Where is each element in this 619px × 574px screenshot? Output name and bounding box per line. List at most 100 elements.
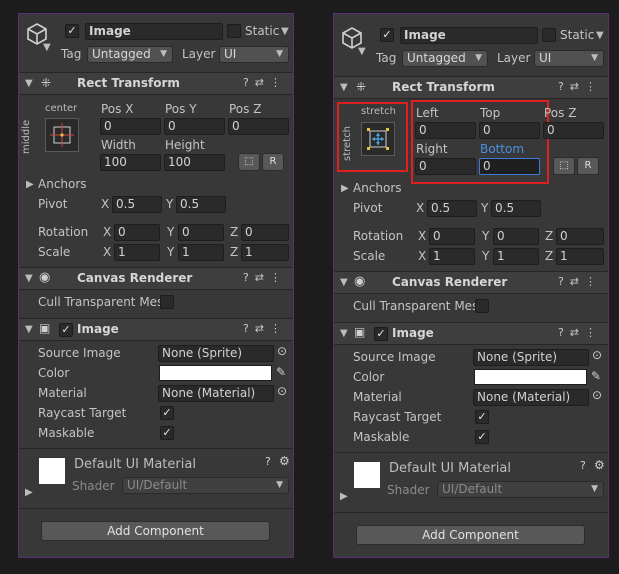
- image-enabled-checkbox[interactable]: ✓: [374, 327, 388, 341]
- image-component-header[interactable]: ▼ ▣ ✓ Image ?⇄⋮: [334, 322, 608, 345]
- maskable-checkbox[interactable]: ✓: [160, 426, 174, 440]
- layer-dropdown[interactable]: UI ▼: [219, 46, 289, 63]
- material-field[interactable]: None (Material): [158, 385, 274, 402]
- raycast-checkbox[interactable]: ✓: [475, 410, 489, 424]
- rotation-z-field[interactable]: 0: [241, 224, 289, 241]
- cube-dropdown-arrow-icon[interactable]: ▼: [43, 42, 51, 53]
- active-toggle-checkbox[interactable]: ✓: [380, 28, 394, 42]
- top-field[interactable]: 0: [479, 122, 540, 139]
- raw-edit-button[interactable]: R: [262, 153, 284, 171]
- static-label: Static: [245, 24, 280, 38]
- scale-z-field[interactable]: 1: [556, 248, 604, 265]
- color-swatch[interactable]: [159, 365, 272, 381]
- pivot-y-field[interactable]: 0.5: [176, 196, 226, 213]
- cull-checkbox[interactable]: [475, 299, 489, 313]
- eyedropper-icon[interactable]: ✎: [591, 369, 601, 383]
- gear-icon[interactable]: ⚙: [279, 454, 290, 468]
- left-field[interactable]: 0: [415, 122, 476, 139]
- add-component-button[interactable]: Add Component: [41, 521, 270, 541]
- pos-z-field[interactable]: 0: [228, 118, 289, 135]
- scale-y-field[interactable]: 1: [178, 244, 224, 261]
- material-expand-arrow-icon[interactable]: ▶: [25, 487, 33, 498]
- shader-dropdown[interactable]: UI/Default ▼: [437, 481, 604, 498]
- static-dropdown-arrow-icon[interactable]: ▼: [596, 30, 604, 41]
- anchors-expand-arrow-icon[interactable]: ▶: [341, 183, 349, 194]
- source-image-field[interactable]: None (Sprite): [473, 349, 589, 366]
- material-expand-arrow-icon[interactable]: ▶: [340, 491, 348, 502]
- source-image-field[interactable]: None (Sprite): [158, 345, 274, 362]
- pos-z-field[interactable]: 0: [543, 122, 604, 139]
- material-field[interactable]: None (Material): [473, 389, 589, 406]
- object-name-field[interactable]: Image: [85, 23, 223, 40]
- maskable-checkbox[interactable]: ✓: [475, 430, 489, 444]
- gear-icon[interactable]: ⚙: [594, 458, 605, 472]
- eyedropper-icon[interactable]: ✎: [276, 365, 286, 379]
- component-header-icons[interactable]: ?⇄⋮: [558, 80, 602, 93]
- tag-dropdown[interactable]: Untagged ▼: [402, 50, 488, 67]
- anchor-preset-button[interactable]: [361, 122, 395, 156]
- scale-y-field[interactable]: 1: [493, 248, 539, 265]
- component-header-icons[interactable]: ?⇄⋮: [558, 326, 602, 339]
- collapse-arrow-icon[interactable]: ▼: [25, 78, 33, 89]
- width-field[interactable]: 100: [100, 154, 161, 171]
- image-component-header[interactable]: ▼ ▣ ✓ Image ?⇄⋮: [19, 318, 293, 341]
- component-header-icons[interactable]: ?⇄⋮: [243, 271, 287, 284]
- help-icon[interactable]: ?: [265, 455, 271, 468]
- image-enabled-checkbox[interactable]: ✓: [59, 323, 73, 337]
- blueprint-mode-button[interactable]: ⬚: [553, 157, 575, 175]
- anchors-label[interactable]: Anchors: [353, 181, 402, 195]
- object-picker-icon[interactable]: ⊙: [592, 348, 602, 362]
- blueprint-mode-button[interactable]: ⬚: [238, 153, 260, 171]
- pivot-x-field[interactable]: 0.5: [427, 200, 477, 217]
- collapse-arrow-icon[interactable]: ▼: [340, 277, 348, 288]
- object-picker-icon[interactable]: ⊙: [277, 384, 287, 398]
- canvas-renderer-header[interactable]: ▼ ◉ Canvas Renderer ?⇄⋮: [19, 267, 293, 290]
- cube-dropdown-arrow-icon[interactable]: ▼: [358, 46, 366, 57]
- anchors-expand-arrow-icon[interactable]: ▶: [26, 179, 34, 190]
- shader-dropdown[interactable]: UI/Default ▼: [122, 477, 289, 494]
- color-swatch[interactable]: [474, 369, 587, 385]
- collapse-arrow-icon[interactable]: ▼: [25, 273, 33, 284]
- collapse-arrow-icon[interactable]: ▼: [340, 328, 348, 339]
- pivot-y-field[interactable]: 0.5: [491, 200, 541, 217]
- rotation-y-field[interactable]: 0: [493, 228, 539, 245]
- add-component-button[interactable]: Add Component: [356, 525, 585, 545]
- layer-dropdown[interactable]: UI ▼: [534, 50, 604, 67]
- scale-x-field[interactable]: 1: [114, 244, 160, 261]
- height-field[interactable]: 100: [164, 154, 225, 171]
- canvas-renderer-header[interactable]: ▼ ◉ Canvas Renderer ?⇄⋮: [334, 271, 608, 294]
- rotation-z-field[interactable]: 0: [556, 228, 604, 245]
- static-checkbox[interactable]: [542, 28, 556, 42]
- object-picker-icon[interactable]: ⊙: [592, 388, 602, 402]
- static-dropdown-arrow-icon[interactable]: ▼: [281, 26, 289, 37]
- help-icon[interactable]: ?: [580, 459, 586, 472]
- rect-transform-header[interactable]: ▼ ⁜ Rect Transform ?⇄⋮: [19, 72, 293, 95]
- scale-y-axis-label: Y: [167, 245, 175, 259]
- pos-y-field[interactable]: 0: [164, 118, 225, 135]
- anchor-preset-button[interactable]: [45, 118, 79, 152]
- rotation-x-field[interactable]: 0: [114, 224, 160, 241]
- component-header-icons[interactable]: ?⇄⋮: [243, 322, 287, 335]
- raycast-checkbox[interactable]: ✓: [160, 406, 174, 420]
- anchors-label[interactable]: Anchors: [38, 177, 87, 191]
- rotation-x-field[interactable]: 0: [429, 228, 475, 245]
- pivot-x-field[interactable]: 0.5: [112, 196, 162, 213]
- collapse-arrow-icon[interactable]: ▼: [25, 324, 33, 335]
- object-picker-icon[interactable]: ⊙: [277, 344, 287, 358]
- collapse-arrow-icon[interactable]: ▼: [340, 82, 348, 93]
- component-header-icons[interactable]: ?⇄⋮: [243, 76, 287, 89]
- rotation-y-field[interactable]: 0: [178, 224, 224, 241]
- scale-x-field[interactable]: 1: [429, 248, 475, 265]
- rect-transform-header[interactable]: ▼ ⁜ Rect Transform ?⇄⋮: [334, 76, 608, 99]
- bottom-field[interactable]: 0: [479, 158, 540, 175]
- cull-checkbox[interactable]: [160, 295, 174, 309]
- pos-x-field[interactable]: 0: [100, 118, 161, 135]
- object-name-field[interactable]: Image: [400, 27, 538, 44]
- tag-dropdown[interactable]: Untagged ▼: [87, 46, 173, 63]
- component-header-icons[interactable]: ?⇄⋮: [558, 275, 602, 288]
- active-toggle-checkbox[interactable]: ✓: [65, 24, 79, 38]
- raw-edit-button[interactable]: R: [577, 157, 599, 175]
- static-checkbox[interactable]: [227, 24, 241, 38]
- right-field[interactable]: 0: [415, 158, 476, 175]
- scale-z-field[interactable]: 1: [241, 244, 289, 261]
